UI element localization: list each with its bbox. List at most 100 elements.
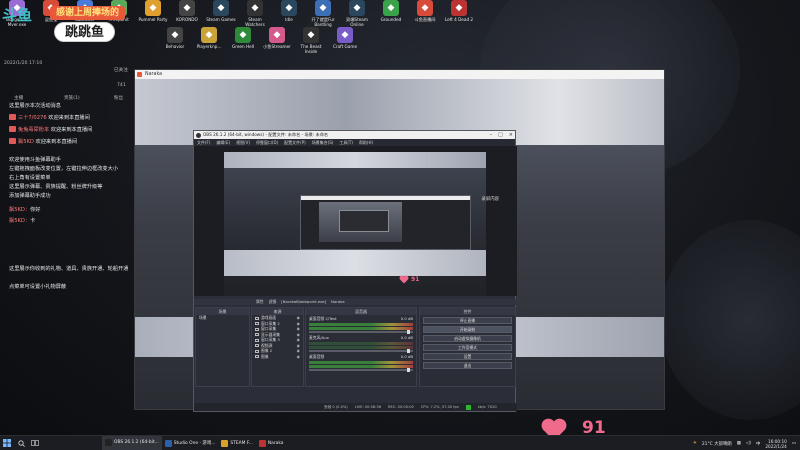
obs-menu-item[interactable]: 配置文件(P) <box>284 139 306 146</box>
source-toolbar-item[interactable]: [NarakaBladepoint.exe] <box>281 299 326 305</box>
volume-icon[interactable]: ◁) <box>746 441 751 446</box>
mixer-dock[interactable]: 混音器 桌面音频 2/Test 0.0 dB 麦克风/Aux 0.0 dB 桌面音频 0.… <box>305 307 417 387</box>
taskbar-app[interactable]: Naraka <box>256 436 287 450</box>
control-button[interactable]: 退出 <box>423 362 512 369</box>
search-button[interactable] <box>14 436 28 450</box>
chat-header-follow[interactable]: 已关注 <box>114 67 128 74</box>
obs-menu-item[interactable]: 场景集合(S) <box>312 139 334 146</box>
task-view-button[interactable] <box>28 436 42 450</box>
desktop-shortcut[interactable]: ◆ Steam Games <box>204 0 238 27</box>
user-message: 飘5KD：你好 <box>9 207 41 213</box>
obs-titlebar[interactable]: OBS 26.1.2 (64-bit, windows) - 配置文件: 未命名… <box>194 131 515 139</box>
control-button[interactable]: 启动虚拟摄像机 <box>423 335 512 342</box>
desktop-shortcut[interactable]: ◆ KORONDO <box>170 0 204 27</box>
level-badge-icon <box>9 138 16 144</box>
source-toolbar-item[interactable]: 滤镜 <box>269 299 277 305</box>
volume-slider[interactable] <box>309 330 413 334</box>
obs-app-icon <box>196 132 201 138</box>
scenes-dock[interactable]: 场景 场景 <box>195 307 250 387</box>
scene-item[interactable]: 场景 <box>196 315 249 321</box>
chat-message: 兔兔毒尿粉本 欢迎来到本直播间 <box>9 126 92 134</box>
clock[interactable]: 16:00:10 2022/1/24 <box>765 439 786 449</box>
preview-canvas: 91 <box>224 152 486 296</box>
chat-tab-fans[interactable]: 粉丝 <box>114 95 123 102</box>
desktop-shortcut[interactable]: ◆ Left 4 Dead 2 <box>442 0 476 27</box>
obs-preview[interactable]: 91 录屏内容 <box>194 146 517 296</box>
chat-tab-anchor[interactable]: 主播 <box>14 95 23 102</box>
source-type-icon <box>255 338 259 342</box>
source-label: 窗口采集 2 <box>261 320 280 326</box>
obs-window[interactable]: OBS 26.1.2 (64-bit, windows) - 配置文件: 未命名… <box>193 130 517 412</box>
obs-title: OBS 26.1.2 (64-bit, windows) - 配置文件: 未命名… <box>203 132 329 137</box>
obs-menu-item[interactable]: 视图(V) <box>236 139 250 146</box>
start-button[interactable] <box>0 436 14 450</box>
source-label: 窗口采集 <box>261 326 277 331</box>
idle-icon: ◆ <box>281 0 297 16</box>
desktop-shortcut[interactable]: ◆ 小鱼Streamer <box>260 27 294 54</box>
windows-icon <box>3 439 11 447</box>
volume-slider[interactable] <box>309 368 413 372</box>
status-item: LIVE: 00:58:36 <box>354 405 381 409</box>
desktop-shortcut[interactable]: ◆ Steam Watchers <box>238 0 272 27</box>
korondo-icon: ◆ <box>179 0 195 16</box>
desktop-shortcut[interactable]: ◆ Craft Game <box>328 27 362 54</box>
volume-slider-knob[interactable] <box>406 368 410 372</box>
close-icon[interactable]: × <box>509 131 513 139</box>
obs-menu-item[interactable]: 工具(T) <box>339 139 353 146</box>
preview-heart-overlay: 91 <box>399 275 419 284</box>
desktop-shortcut[interactable]: ◆ 开了就是Fur Bantling <box>306 0 340 27</box>
thanks-banner: 感谢上周捧场的 <box>50 6 126 20</box>
maximize-icon[interactable]: □ <box>498 131 503 139</box>
volume-slider-knob[interactable] <box>406 330 410 334</box>
status-item: 丢帧 0 (0.0%) <box>324 405 348 409</box>
network-icon[interactable]: ▦ <box>737 441 741 446</box>
minimize-icon[interactable]: – <box>490 131 493 139</box>
obs-menu-item[interactable]: 停靠窗口(D) <box>256 139 278 146</box>
source-toolbar-item[interactable]: 属性 <box>256 299 264 305</box>
volume-slider[interactable] <box>309 349 413 353</box>
control-button[interactable]: 开始录制 <box>423 326 512 333</box>
controls-dock[interactable]: 控件 停止直播 开始录制 启动虚拟摄像机 工作室模式 设置 退出 <box>419 307 516 387</box>
desktop-shortcut[interactable]: ◆ 斗鱼直播间 <box>408 0 442 27</box>
desktop-shortcut[interactable]: ◆ Grounded <box>374 0 408 27</box>
scene-label: 场景 <box>199 315 207 320</box>
source-toolbar-item[interactable]: Naraka <box>331 299 345 305</box>
taskbar-app[interactable]: OBS 26.1.2 (64-bit... <box>102 435 162 450</box>
source-item[interactable]: 图像 ◉ <box>252 354 303 360</box>
control-button[interactable]: 工作室模式 <box>423 344 512 351</box>
volume-slider-knob[interactable] <box>406 349 410 353</box>
nested-titlebar <box>301 196 470 200</box>
taskbar-app-label: Naraka <box>267 440 284 446</box>
eye-icon[interactable]: ◉ <box>297 354 300 360</box>
desktop-shortcut[interactable]: ◆ Green Hell <box>226 27 260 54</box>
source-label: 图像 2 <box>261 348 273 353</box>
chat-header-date: 2022/1/20 17:10 <box>4 61 43 66</box>
desktop-shortcut[interactable]: ◆ Playerknp... <box>192 27 226 54</box>
control-button[interactable]: 设置 <box>423 353 512 360</box>
weather-text[interactable]: 21°C 大部晴朗 <box>702 441 732 447</box>
desktop-shortcut-label: Behavior <box>165 44 185 49</box>
desktop-shortcut[interactable]: ◆ 双端Steam Online <box>340 0 374 27</box>
fish-icon: ◆ <box>417 0 433 16</box>
ime-icon[interactable]: 中 <box>756 441 760 447</box>
desktop-shortcut[interactable]: ◆ The Beast Inside <box>294 27 328 54</box>
desktop-wallpaper: ◆Bongo Cat Mver.exe◆逗鱼宝◆Launcher◆Freepon… <box>0 0 800 435</box>
status-item: CPU: 7.2%, 57.00 fps <box>420 405 459 409</box>
desktop-shortcut[interactable]: ◆ Idle <box>272 0 306 27</box>
obs-menu-item[interactable]: 文件(F) <box>197 139 210 146</box>
taskbar-app[interactable]: Studio One - 游戏... <box>162 436 219 450</box>
left4dead-icon: ◆ <box>451 0 467 16</box>
naraka-titlebar[interactable]: Naraka <box>135 70 664 79</box>
weather-icon: ☀ <box>692 441 697 446</box>
obs-menu-item[interactable]: 帮助(H) <box>359 139 373 146</box>
taskbar-app[interactable]: STEAM F... <box>218 436 255 450</box>
nested-subpane <box>339 210 389 232</box>
control-button[interactable]: 停止直播 <box>423 317 512 324</box>
chat-tab-noble[interactable]: 贵族(1) <box>64 95 80 102</box>
desktop-shortcut-label: The Beast Inside <box>300 44 322 54</box>
nested-pane <box>319 202 402 242</box>
obs-menu-item[interactable]: 编辑(E) <box>216 139 230 146</box>
sources-dock[interactable]: 来源 游戏画面 ◉ 窗口采集 2 ◉ 窗口采集 ◉ 显示器采集 ◉ 窗口采集 3 ◉ 视频源 ◉ 图像 … <box>251 307 304 387</box>
notification-icon[interactable]: ▭ <box>792 441 796 446</box>
taskbar-app-label: Studio One - 游戏... <box>173 441 216 446</box>
